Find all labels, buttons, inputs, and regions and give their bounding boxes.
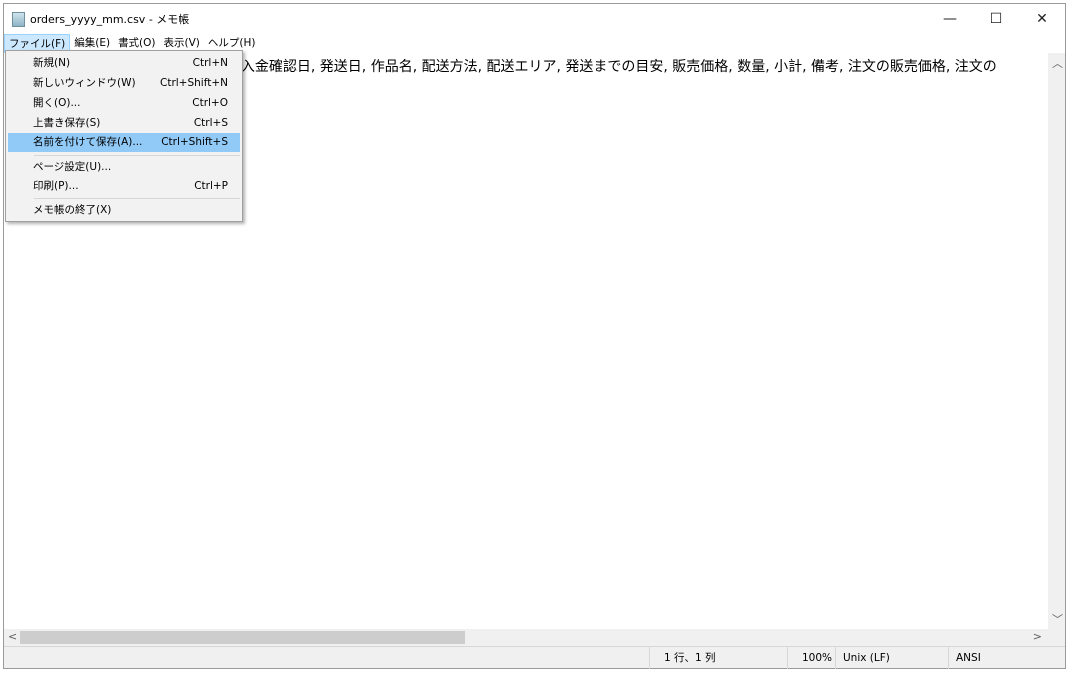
menu-item-shortcut: Ctrl+S: [193, 117, 228, 129]
menu-item-shortcut: Ctrl+O: [192, 97, 228, 109]
menu-item-page-setup[interactable]: ページ設定(U)...: [8, 158, 240, 177]
menu-item-new[interactable]: 新規(N) Ctrl+N: [8, 54, 240, 73]
menu-item-label: 新規(N): [33, 57, 71, 69]
menu-item-new-window[interactable]: 新しいウィンドウ(W) Ctrl+Shift+N: [8, 74, 240, 93]
maximize-button[interactable]: ☐: [973, 4, 1019, 34]
menu-item-exit[interactable]: メモ帳の終了(X): [8, 201, 240, 220]
menu-item-save[interactable]: 上書き保存(S) Ctrl+S: [8, 114, 240, 133]
menu-item-shortcut: Ctrl+P: [194, 180, 228, 192]
menu-item-label: ページ設定(U)...: [33, 161, 112, 173]
menu-separator: [34, 198, 240, 199]
menu-item-label: 印刷(P)...: [33, 180, 79, 192]
status-line-ending: Unix (LF): [835, 647, 948, 669]
menu-item-label: 開く(O)...: [33, 97, 81, 109]
close-button[interactable]: ✕: [1019, 4, 1065, 34]
menu-item-shortcut: Ctrl+Shift+S: [161, 136, 228, 148]
file-menu-dropdown: 新規(N) Ctrl+N 新しいウィンドウ(W) Ctrl+Shift+N 開く(O…: [5, 50, 243, 222]
menu-item-label: 新しいウィンドウ(W): [33, 77, 136, 89]
status-bar: 1 行、1 列 100% Unix (LF) ANSI: [4, 646, 1065, 669]
title-bar: orders_yyyy_mm.csv - メモ帳 — ☐ ✕: [4, 4, 1065, 34]
scroll-corner: [1048, 629, 1065, 646]
menu-item-shortcut: Ctrl+Shift+N: [160, 77, 228, 89]
scroll-right-icon[interactable]: >: [1033, 630, 1042, 643]
menu-item-label: 名前を付けて保存(A)...: [33, 136, 143, 148]
status-zoom: 100%: [787, 647, 835, 669]
menu-item-label: メモ帳の終了(X): [33, 204, 112, 216]
horizontal-scroll-thumb[interactable]: [20, 631, 465, 644]
editor-line: , 入金確認日, 発送日, 作品名, 配送方法, 配送エリア, 発送までの目安,…: [232, 59, 997, 75]
scroll-up-icon[interactable]: ︿: [1052, 55, 1063, 71]
vertical-scrollbar[interactable]: ︿ ﹀: [1048, 53, 1065, 629]
menu-item-open[interactable]: 開く(O)... Ctrl+O: [8, 94, 240, 113]
menu-item-print[interactable]: 印刷(P)... Ctrl+P: [8, 177, 240, 196]
menu-item-save-as[interactable]: 名前を付けて保存(A)... Ctrl+Shift+S: [8, 133, 240, 152]
menu-item-label: 上書き保存(S): [33, 117, 101, 129]
minimize-button[interactable]: —: [927, 4, 973, 34]
horizontal-scrollbar[interactable]: < >: [4, 629, 1048, 646]
menu-separator: [34, 155, 240, 156]
scroll-down-icon[interactable]: ﹀: [1052, 611, 1063, 627]
menu-item-shortcut: Ctrl+N: [192, 57, 228, 69]
status-encoding: ANSI: [948, 647, 1063, 669]
window-title: orders_yyyy_mm.csv - メモ帳: [30, 13, 190, 26]
scroll-left-icon[interactable]: <: [8, 630, 17, 643]
status-position: 1 行、1 列: [649, 647, 787, 669]
notepad-icon: [12, 11, 25, 27]
